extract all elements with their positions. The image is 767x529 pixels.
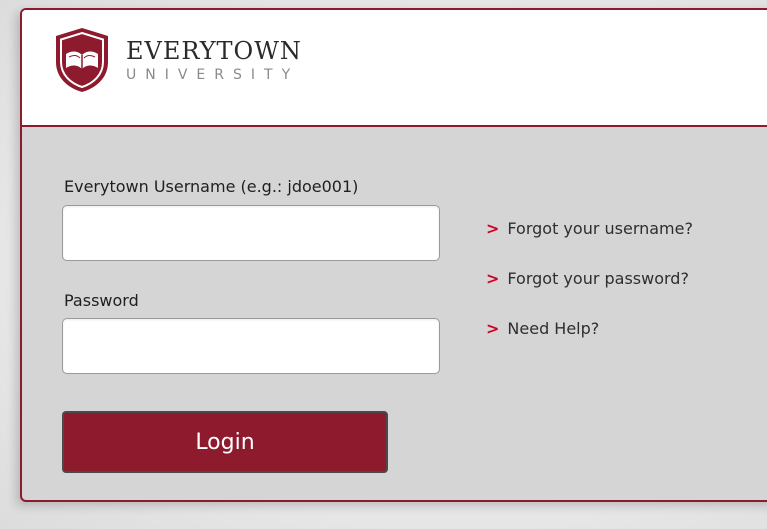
username-input[interactable] bbox=[62, 205, 440, 261]
shield-book-icon bbox=[56, 28, 108, 92]
help-links: > Forgot your username? > Forgot your pa… bbox=[486, 219, 693, 369]
forgot-password-link[interactable]: > Forgot your password? bbox=[486, 269, 693, 319]
university-name: EVERYTOWN bbox=[126, 37, 302, 65]
password-input[interactable] bbox=[62, 318, 440, 374]
forgot-username-link[interactable]: > Forgot your username? bbox=[486, 219, 693, 269]
chevron-right-icon: > bbox=[486, 319, 500, 338]
header: EVERYTOWN UNIVERSITY bbox=[22, 10, 767, 127]
forgot-password-label[interactable]: Forgot your password? bbox=[507, 269, 689, 288]
need-help-link[interactable]: > Need Help? bbox=[486, 319, 693, 369]
login-button[interactable]: Login bbox=[62, 411, 388, 473]
university-logo: EVERYTOWN UNIVERSITY bbox=[52, 26, 302, 94]
university-subtitle: UNIVERSITY bbox=[126, 67, 300, 83]
password-label: Password bbox=[64, 291, 139, 310]
chevron-right-icon: > bbox=[486, 219, 500, 238]
username-label: Everytown Username (e.g.: jdoe001) bbox=[64, 177, 359, 196]
forgot-username-label[interactable]: Forgot your username? bbox=[507, 219, 693, 238]
login-card: EVERYTOWN UNIVERSITY Everytown Username … bbox=[20, 8, 767, 502]
chevron-right-icon: > bbox=[486, 269, 500, 288]
login-form: Everytown Username (e.g.: jdoe001) Passw… bbox=[22, 127, 767, 500]
need-help-label[interactable]: Need Help? bbox=[507, 319, 599, 338]
